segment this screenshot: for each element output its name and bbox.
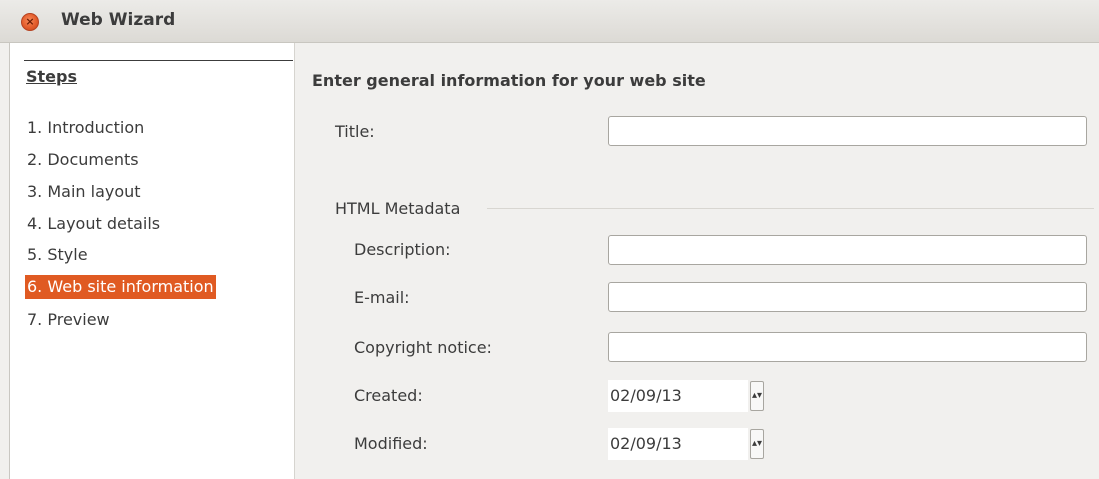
title-field[interactable]	[608, 116, 1087, 146]
step-introduction[interactable]: 1. Introduction	[25, 116, 146, 140]
modified-spin-icon[interactable]: ▴▾	[750, 429, 764, 459]
copyright-label: Copyright notice:	[354, 338, 492, 357]
title-label: Title:	[335, 122, 375, 141]
step-main-layout[interactable]: 3. Main layout	[25, 180, 143, 204]
description-label: Description:	[354, 240, 451, 259]
window-title: Web Wizard	[61, 10, 176, 30]
created-spin-icon[interactable]: ▴▾	[750, 381, 764, 411]
steps-divider	[24, 60, 293, 61]
step-documents[interactable]: 2. Documents	[25, 148, 141, 172]
close-icon[interactable]: ×	[21, 13, 39, 31]
copyright-field[interactable]	[608, 332, 1087, 362]
steps-heading: Steps	[26, 67, 77, 86]
title-bar: × Web Wizard	[0, 0, 1099, 43]
metadata-group-label: HTML Metadata	[335, 199, 461, 218]
page-heading: Enter general information for your web s…	[312, 71, 706, 90]
modified-label: Modified:	[354, 434, 428, 453]
metadata-divider	[487, 208, 1094, 209]
email-label: E-mail:	[354, 288, 410, 307]
step-web-site-information[interactable]: 6. Web site information	[25, 275, 216, 299]
email-field[interactable]	[608, 282, 1087, 312]
step-layout-details[interactable]: 4. Layout details	[25, 212, 162, 236]
step-style[interactable]: 5. Style	[25, 243, 90, 267]
step-preview[interactable]: 7. Preview	[25, 308, 112, 332]
created-label: Created:	[354, 386, 423, 405]
modified-date-field[interactable]: 02/09/13	[608, 428, 748, 460]
created-date-field[interactable]: 02/09/13	[608, 380, 748, 412]
description-field[interactable]	[608, 235, 1087, 265]
